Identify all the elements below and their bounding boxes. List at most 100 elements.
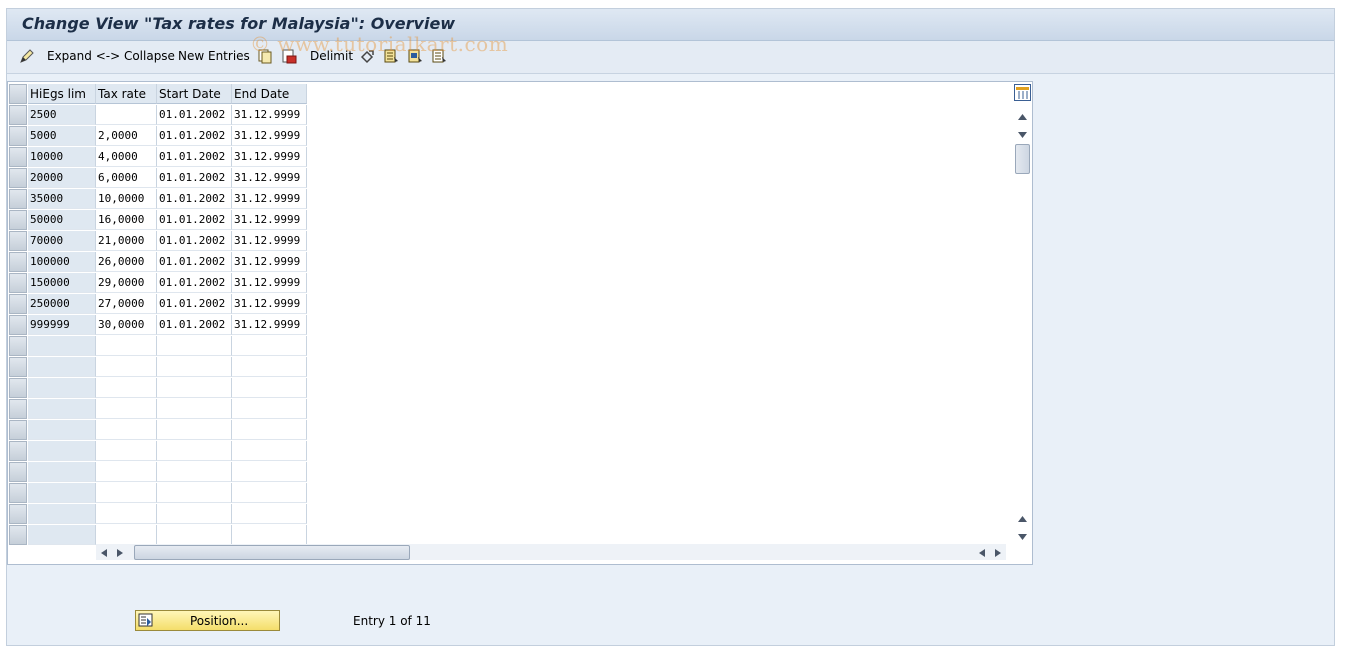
table-cell[interactable]: 01.01.2002	[157, 105, 232, 125]
scroll-down-icon[interactable]	[1017, 128, 1028, 142]
scroll-page-up-icon[interactable]	[1017, 512, 1028, 526]
table-cell[interactable]: 31.12.9999	[232, 126, 307, 146]
table-cell[interactable]: 01.01.2002	[157, 252, 232, 272]
row-selector[interactable]	[9, 189, 27, 209]
table-cell[interactable]: 01.01.2002	[157, 273, 232, 293]
row-selector[interactable]	[9, 525, 27, 545]
table-cell[interactable]	[157, 483, 232, 503]
table-cell[interactable]: 01.01.2002	[157, 168, 232, 188]
row-selector[interactable]	[9, 210, 27, 230]
table-cell[interactable]: 01.01.2002	[157, 147, 232, 167]
row-selector[interactable]	[9, 315, 27, 335]
table-cell[interactable]	[96, 504, 157, 524]
table-cell[interactable]: 10,0000	[96, 189, 157, 209]
table-cell[interactable]	[96, 378, 157, 398]
table-cell[interactable]: 31.12.9999	[232, 210, 307, 230]
column-header[interactable]: Tax rate	[96, 84, 157, 104]
scroll-page-down-icon[interactable]	[1017, 530, 1028, 544]
table-cell[interactable]	[96, 105, 157, 125]
table-cell[interactable]	[157, 357, 232, 377]
table-cell[interactable]: 31.12.9999	[232, 189, 307, 209]
table-cell[interactable]: 31.12.9999	[232, 105, 307, 125]
row-selector[interactable]	[9, 126, 27, 146]
table-cell[interactable]	[232, 399, 307, 419]
scroll-up-icon[interactable]	[1017, 110, 1028, 124]
table-cell[interactable]	[157, 399, 232, 419]
row-selector[interactable]	[9, 378, 27, 398]
table-cell[interactable]	[232, 420, 307, 440]
row-selector[interactable]	[9, 231, 27, 251]
column-header[interactable]: HiEgs lim	[28, 84, 96, 104]
row-selector[interactable]	[9, 441, 27, 461]
table-cell[interactable]: 01.01.2002	[157, 189, 232, 209]
table-cell[interactable]	[232, 441, 307, 461]
table-cell[interactable]: 31.12.9999	[232, 147, 307, 167]
table-cell[interactable]: 2,0000	[96, 126, 157, 146]
table-cell[interactable]: 29,0000	[96, 273, 157, 293]
table-cell[interactable]: 6,0000	[96, 168, 157, 188]
table-cell[interactable]: 01.01.2002	[157, 210, 232, 230]
table-cell[interactable]	[96, 483, 157, 503]
row-selector[interactable]	[9, 168, 27, 188]
table-cell[interactable]	[232, 378, 307, 398]
row-selector[interactable]	[9, 294, 27, 314]
scroll-thumb[interactable]	[1015, 144, 1030, 174]
row-selector[interactable]	[9, 357, 27, 377]
table-cell[interactable]: 16,0000	[96, 210, 157, 230]
row-selector[interactable]	[9, 483, 27, 503]
table-cell[interactable]	[157, 420, 232, 440]
table-cell[interactable]	[96, 336, 157, 356]
table-cell[interactable]	[232, 483, 307, 503]
row-selector[interactable]	[9, 105, 27, 125]
table-cell[interactable]: 27,0000	[96, 294, 157, 314]
column-header[interactable]: Start Date	[157, 84, 232, 104]
position-button[interactable]: Position...	[135, 610, 280, 631]
row-selector[interactable]	[9, 252, 27, 272]
table-cell[interactable]: 31.12.9999	[232, 231, 307, 251]
column-config-icon[interactable]	[1014, 84, 1031, 104]
table-cell[interactable]	[157, 462, 232, 482]
row-selector[interactable]	[9, 399, 27, 419]
table-cell[interactable]	[96, 420, 157, 440]
new-entries-button[interactable]: New Entries	[178, 49, 250, 63]
table-cell[interactable]: 01.01.2002	[157, 231, 232, 251]
table-cell[interactable]: 31.12.9999	[232, 273, 307, 293]
row-selector[interactable]	[9, 336, 27, 356]
table-cell[interactable]	[157, 525, 232, 545]
horizontal-scrollbar[interactable]	[96, 544, 1006, 560]
table-cell[interactable]: 31.12.9999	[232, 315, 307, 335]
table-cell[interactable]	[157, 336, 232, 356]
table-cell[interactable]: 31.12.9999	[232, 252, 307, 272]
scroll-left-icon[interactable]	[100, 547, 108, 561]
table-cell[interactable]	[96, 525, 157, 545]
table-cell[interactable]	[232, 357, 307, 377]
table-cell[interactable]	[96, 462, 157, 482]
row-selector[interactable]	[9, 420, 27, 440]
table-cell[interactable]: 01.01.2002	[157, 126, 232, 146]
column-header[interactable]: End Date	[232, 84, 307, 104]
table-cell[interactable]	[232, 462, 307, 482]
table-cell[interactable]	[157, 441, 232, 461]
table-cell[interactable]: 21,0000	[96, 231, 157, 251]
table-cell[interactable]	[232, 504, 307, 524]
table-cell[interactable]	[232, 525, 307, 545]
row-selector[interactable]	[9, 273, 27, 293]
vertical-scrollbar[interactable]	[1014, 84, 1031, 542]
table-cell[interactable]: 30,0000	[96, 315, 157, 335]
row-selector[interactable]	[9, 147, 27, 167]
table-cell[interactable]: 31.12.9999	[232, 294, 307, 314]
edit-icon[interactable]	[19, 48, 35, 64]
table-cell[interactable]: 26,0000	[96, 252, 157, 272]
table-cell[interactable]	[157, 504, 232, 524]
table-cell[interactable]	[232, 336, 307, 356]
table-cell[interactable]: 4,0000	[96, 147, 157, 167]
row-selector[interactable]	[9, 504, 27, 524]
table-cell[interactable]	[96, 399, 157, 419]
row-selector[interactable]	[9, 462, 27, 482]
table-cell[interactable]: 31.12.9999	[232, 168, 307, 188]
table-cell[interactable]	[157, 378, 232, 398]
select-all-corner[interactable]	[9, 84, 27, 104]
table-cell[interactable]	[96, 441, 157, 461]
scroll-far-left-icon[interactable]	[978, 547, 986, 561]
horizontal-scroll-thumb[interactable]	[134, 545, 410, 560]
